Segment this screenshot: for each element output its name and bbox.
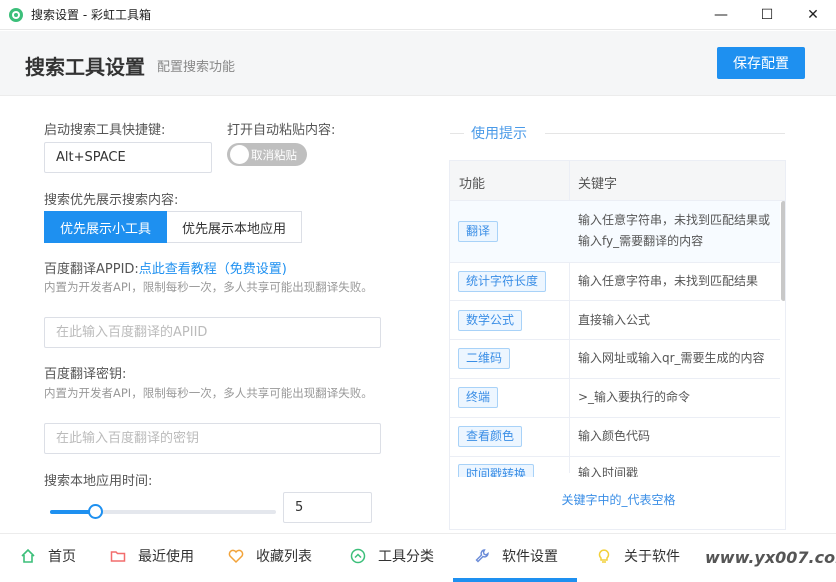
nav-label: 首页 (48, 549, 76, 565)
app-logo-icon (9, 7, 23, 22)
window-controls: — ☐ ✕ (698, 0, 836, 30)
priority-segmented-control: 优先展示小工具 优先展示本地应用 (44, 211, 303, 243)
search-time-label: 搜索本地应用时间: (44, 474, 153, 489)
nav-label: 工具分类 (378, 549, 434, 565)
search-time-slider[interactable] (50, 510, 276, 514)
priority-label: 搜索优先展示搜索内容: (44, 193, 179, 208)
autopaste-label: 打开自动粘贴内容: (227, 123, 336, 138)
save-config-button[interactable]: 保存配置 (717, 47, 805, 79)
table-header: 功能 关键字 (450, 161, 785, 201)
table-footer-note: 关键字中的_代表空格 (561, 493, 676, 507)
folder-icon (110, 548, 126, 564)
keyword-text: 输入颜色代码 (578, 429, 651, 443)
divider (545, 133, 785, 134)
minimize-button[interactable]: — (698, 0, 744, 30)
nav-label: 收藏列表 (256, 549, 312, 565)
nav-item-favorites[interactable]: 收藏列表 (228, 534, 312, 578)
nav-item-categories[interactable]: 工具分类 (350, 534, 434, 578)
feature-tag: 查看颜色 (458, 426, 523, 447)
nav-label: 关于软件 (624, 549, 680, 565)
feature-tag: 翻译 (458, 221, 499, 242)
nav-item-recent[interactable]: 最近使用 (110, 534, 194, 578)
nav-item-settings[interactable]: 软件设置 (474, 534, 558, 578)
keyword-text: 直接输入公式 (578, 313, 651, 327)
hotkey-input[interactable] (44, 142, 212, 173)
feature-tag: 终端 (458, 387, 499, 408)
heart-icon (228, 548, 244, 564)
page-subtitle: 配置搜索功能 (157, 60, 236, 75)
feature-tag: 时间戳转换 (458, 464, 535, 477)
toggle-knob (230, 145, 249, 164)
hotkey-label: 启动搜索工具快捷键: (44, 123, 166, 138)
keyword-text: 输入网址或输入qr_需要生成的内容 (578, 351, 765, 365)
page-header: 搜索工具设置 配置搜索功能 保存配置 (0, 31, 836, 96)
column-header-function: 功能 (459, 177, 486, 192)
appid-label-row: 百度翻译APPID:点此查看教程（免费设置) (44, 258, 287, 277)
watermark: www.yx007.com (705, 548, 836, 567)
divider (450, 133, 464, 134)
feature-tag: 数学公式 (458, 310, 523, 331)
table-row: 终端 >_输入要执行的命令 (450, 379, 780, 418)
column-header-keyword: 关键字 (578, 177, 618, 192)
keyword-text: 输入时间戳 (578, 466, 639, 477)
wrench-icon (474, 548, 490, 564)
tips-title: 使用提示 (471, 126, 527, 142)
home-icon (20, 548, 36, 564)
secret-hint: 内置为开发者API，限制每秒一次，多人共享可能出现翻译失败。 (44, 386, 373, 400)
table-row: 数学公式 直接输入公式 (450, 301, 780, 340)
window-title: 搜索设置 - 彩虹工具箱 (31, 8, 151, 22)
close-button[interactable]: ✕ (790, 0, 836, 30)
secret-label: 百度翻译密钥: (44, 367, 127, 382)
priority-tools-button[interactable]: 优先展示小工具 (44, 211, 168, 243)
slider-handle[interactable] (88, 504, 104, 519)
tips-table: 功能 关键字 翻译 输入任意字符串，未找到匹配结果或输入fy_需要翻译的内容 统… (449, 160, 786, 530)
search-time-input[interactable] (283, 492, 372, 523)
table-row: 二维码 输入网址或输入qr_需要生成的内容 (450, 340, 780, 379)
bulb-icon (596, 548, 612, 564)
title-bar: 搜索设置 - 彩虹工具箱 — ☐ ✕ (0, 0, 836, 30)
nav-active-indicator (453, 578, 577, 582)
keyword-text: >_输入要执行的命令 (578, 390, 691, 404)
nav-label: 最近使用 (138, 549, 194, 565)
toggle-text: 取消粘贴 (251, 148, 297, 162)
secret-input[interactable] (44, 423, 381, 454)
chevron-circle-icon (350, 548, 366, 564)
nav-item-about[interactable]: 关于软件 (596, 534, 680, 578)
appid-input[interactable] (44, 317, 381, 348)
nav-item-home[interactable]: 首页 (20, 534, 76, 578)
table-scrollbar[interactable] (781, 201, 785, 301)
priority-local-apps-button[interactable]: 优先展示本地应用 (167, 211, 303, 243)
appid-tutorial-link[interactable]: 点此查看教程（免费设置) (139, 262, 287, 277)
feature-tag: 统计字符长度 (458, 271, 547, 292)
table-row: 时间戳转换 输入时间戳 (450, 457, 780, 477)
keyword-text: 输入任意字符串，未找到匹配结果 (578, 274, 759, 288)
appid-hint: 内置为开发者API，限制每秒一次，多人共享可能出现翻译失败。 (44, 280, 373, 294)
keyword-text: 输入任意字符串，未找到匹配结果或输入fy_需要翻译的内容 (578, 213, 771, 248)
maximize-button[interactable]: ☐ (744, 0, 790, 30)
feature-tag: 二维码 (458, 348, 511, 369)
table-row: 查看颜色 输入颜色代码 (450, 418, 780, 457)
table-row: 统计字符长度 输入任意字符串，未找到匹配结果 (450, 263, 780, 301)
table-row: 翻译 输入任意字符串，未找到匹配结果或输入fy_需要翻译的内容 (450, 201, 780, 263)
page-title: 搜索工具设置 (25, 55, 145, 79)
appid-label: 百度翻译APPID: (44, 262, 139, 277)
autopaste-toggle[interactable]: 取消粘贴 (227, 143, 307, 166)
nav-label: 软件设置 (502, 549, 558, 565)
